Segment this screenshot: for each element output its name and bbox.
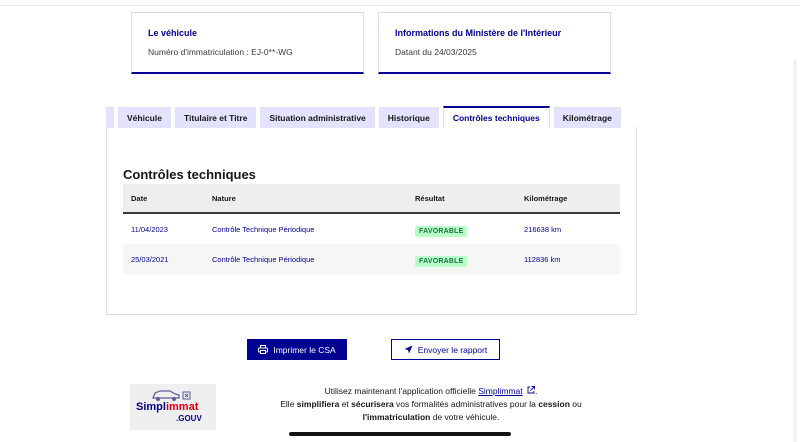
header-nature: Nature [212, 193, 236, 203]
row-nature: Contrôle Technique Périodique [212, 224, 315, 234]
tab-controles-techniques[interactable]: Contrôles techniques [442, 106, 550, 128]
row-nature: Contrôle Technique Périodique [212, 254, 315, 264]
vehicle-card-title: Le véhicule [148, 28, 198, 38]
send-icon [404, 345, 413, 354]
simplimmat-logo[interactable]: Simplimmat .GOUV [130, 384, 216, 430]
printer-icon [258, 345, 269, 354]
simplimmat-promo: Utilisez maintenant l'application offici… [236, 385, 626, 424]
send-report-button[interactable]: Envoyer le rapport [391, 339, 500, 360]
result-badge: FAVORABLE [415, 226, 468, 237]
tab-vehicule[interactable]: Véhicule [118, 107, 171, 128]
header-date: Date [131, 193, 148, 203]
promo-text: de votre véhicule. [430, 412, 500, 422]
tab-situation-administrative[interactable]: Situation administrative [260, 107, 375, 128]
top-divider [0, 5, 800, 6]
promo-text: et [339, 399, 352, 409]
section-title: Contrôles techniques [123, 167, 256, 182]
promo-bold: cession [538, 399, 570, 409]
ministry-card-title: Informations du Ministère de l'Intérieur [395, 28, 562, 38]
table-header: Date Nature Résultat Kilométrage [123, 184, 620, 214]
table-row: 25/03/2021 Contrôle Technique Périodique… [123, 244, 620, 274]
header-result: Résultat [415, 193, 445, 203]
table-row: 11/04/2023 Contrôle Technique Périodique… [123, 214, 620, 244]
print-csa-label: Imprimer le CSA [273, 344, 336, 355]
promo-bold: simplifiera [296, 399, 340, 409]
print-csa-button[interactable]: Imprimer le CSA [247, 339, 347, 360]
registration-number: Numéro d'immatriculation : EJ-0**-WG [148, 47, 293, 57]
result-badge: FAVORABLE [415, 256, 468, 267]
scroll-edge [793, 60, 797, 442]
ministry-card: Informations du Ministère de l'Intérieur… [378, 12, 611, 74]
tab-bar: Véhicule Titulaire et Titre Situation ad… [106, 106, 625, 128]
header-mileage: Kilométrage [524, 193, 568, 203]
promo-text: ou [569, 399, 582, 409]
car-icon [152, 390, 191, 401]
tab-titulaire-et-titre[interactable]: Titulaire et Titre [174, 107, 257, 128]
promo-bold: l'immatriculation [362, 412, 431, 422]
row-date: 25/03/2021 [131, 254, 169, 264]
tab-kilometrage[interactable]: Kilométrage [553, 107, 621, 128]
logo-text-gouv: .GOUV [176, 414, 202, 423]
promo-text: Elle [280, 399, 297, 409]
logo-text-immat: immat [165, 401, 199, 413]
row-mileage: 112836 km [524, 254, 561, 264]
send-report-label: Envoyer le rapport [417, 344, 488, 355]
row-mileage: 216638 km [524, 224, 562, 234]
simplimmat-link[interactable]: Simplimmat [478, 386, 522, 396]
external-link-icon [527, 386, 535, 394]
home-indicator[interactable] [289, 432, 511, 436]
promo-text: Utilisez maintenant l'application offici… [324, 386, 479, 396]
promo-bold: sécurisera [351, 399, 394, 409]
promo-text: vos formalités administratives pour la [393, 399, 539, 409]
vehicle-card: Le véhicule Numéro d'immatriculation : E… [131, 12, 364, 74]
logo-text-simpl: Simpl [136, 401, 166, 413]
promo-text: . [535, 386, 538, 396]
tab-scroll-stub[interactable] [106, 107, 114, 128]
ministry-date: Datant du 24/03/2025 [395, 47, 477, 57]
row-date: 11/04/2023 [131, 224, 168, 234]
inspections-table: Date Nature Résultat Kilométrage 11/04/2… [123, 184, 620, 274]
tab-historique[interactable]: Historique [378, 107, 439, 128]
